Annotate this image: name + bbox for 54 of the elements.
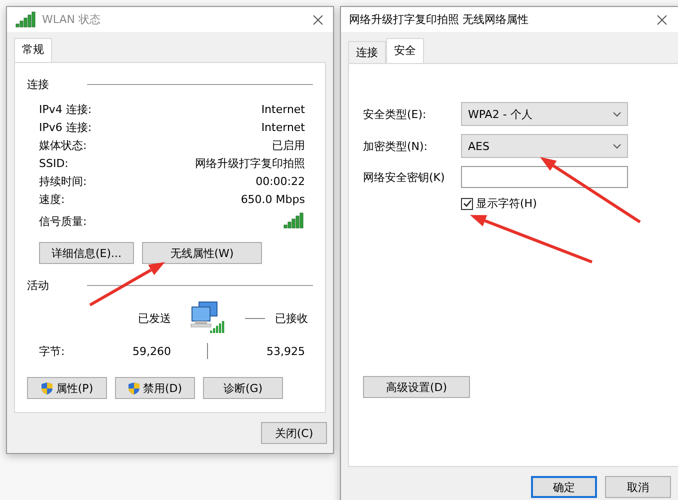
shield-icon	[40, 382, 53, 394]
chevron-icon	[613, 144, 621, 148]
checkbox[interactable]	[461, 198, 473, 210]
field-label: 网络安全密钥(K)	[363, 170, 446, 184]
bytes-received: 53,925	[266, 344, 306, 358]
field-label: 持续时间:	[39, 174, 87, 188]
field-label: 加密类型(N):	[363, 138, 429, 154]
tab[interactable]: 连接	[348, 41, 386, 63]
section-heading: 连接	[27, 77, 49, 92]
field-value: 00:00:22	[256, 174, 305, 188]
signal-strength-icon	[283, 212, 305, 230]
window-title: 网络升级打字复印拍照 无线网络属性	[349, 12, 530, 27]
field-label: IPv4 连接:	[39, 102, 92, 116]
checkmark-icon	[462, 199, 472, 208]
close-icon	[657, 14, 667, 24]
field-value: 已启用	[272, 138, 305, 152]
dropdown[interactable]: WPA2 - 个人	[461, 102, 628, 126]
dialog-button[interactable]: 取消	[605, 476, 671, 498]
bytes-sent: 59,260	[132, 344, 172, 358]
field-value: Internet	[261, 102, 305, 116]
field-label: IPv6 连接:	[39, 120, 92, 134]
sent-label: 已发送	[137, 310, 172, 326]
bytes-label: 字节:	[39, 344, 66, 358]
close-button[interactable]	[311, 12, 325, 26]
field-value: 网络升级打字复印拍照	[195, 156, 305, 170]
window-title: WLAN 状态	[42, 12, 102, 27]
section-heading: 活动	[27, 278, 49, 293]
field-label: 信号质量:	[39, 214, 87, 228]
checkbox-label: 显示字符(H)	[476, 196, 537, 211]
wireless-properties-button[interactable]: 无线属性(W)	[142, 242, 262, 264]
advanced-settings-button[interactable]: 高级设置(D)	[363, 376, 470, 398]
input-field[interactable]	[461, 166, 628, 188]
network-computers-icon	[189, 301, 225, 335]
tab[interactable]: 常规	[14, 38, 52, 62]
dropdown[interactable]: AES	[461, 134, 628, 158]
shield-icon	[128, 382, 140, 394]
field-label: SSID:	[39, 156, 68, 170]
dialog-button[interactable]: 关闭(C)	[261, 422, 327, 444]
close-button[interactable]	[655, 12, 669, 26]
received-label: 已接收	[275, 310, 309, 326]
dialog-button[interactable]: 确定	[531, 476, 597, 498]
field-label: 速度:	[39, 192, 65, 206]
field-value: 650.0 Mbps	[240, 192, 305, 206]
field-value: Internet	[261, 120, 305, 134]
tab[interactable]: 安全	[386, 38, 424, 63]
action-button[interactable]: 诊断(G)	[203, 377, 283, 399]
action-button[interactable]: 禁用(D)	[115, 377, 195, 399]
action-button[interactable]: 属性(P)	[27, 377, 107, 399]
field-label: 媒体状态:	[39, 138, 87, 152]
chevron-icon	[613, 112, 621, 116]
field-label: 安全类型(E):	[363, 106, 428, 122]
signal-icon	[15, 10, 37, 28]
close-icon	[313, 14, 323, 24]
details-button[interactable]: 详细信息(E)...	[39, 242, 134, 264]
